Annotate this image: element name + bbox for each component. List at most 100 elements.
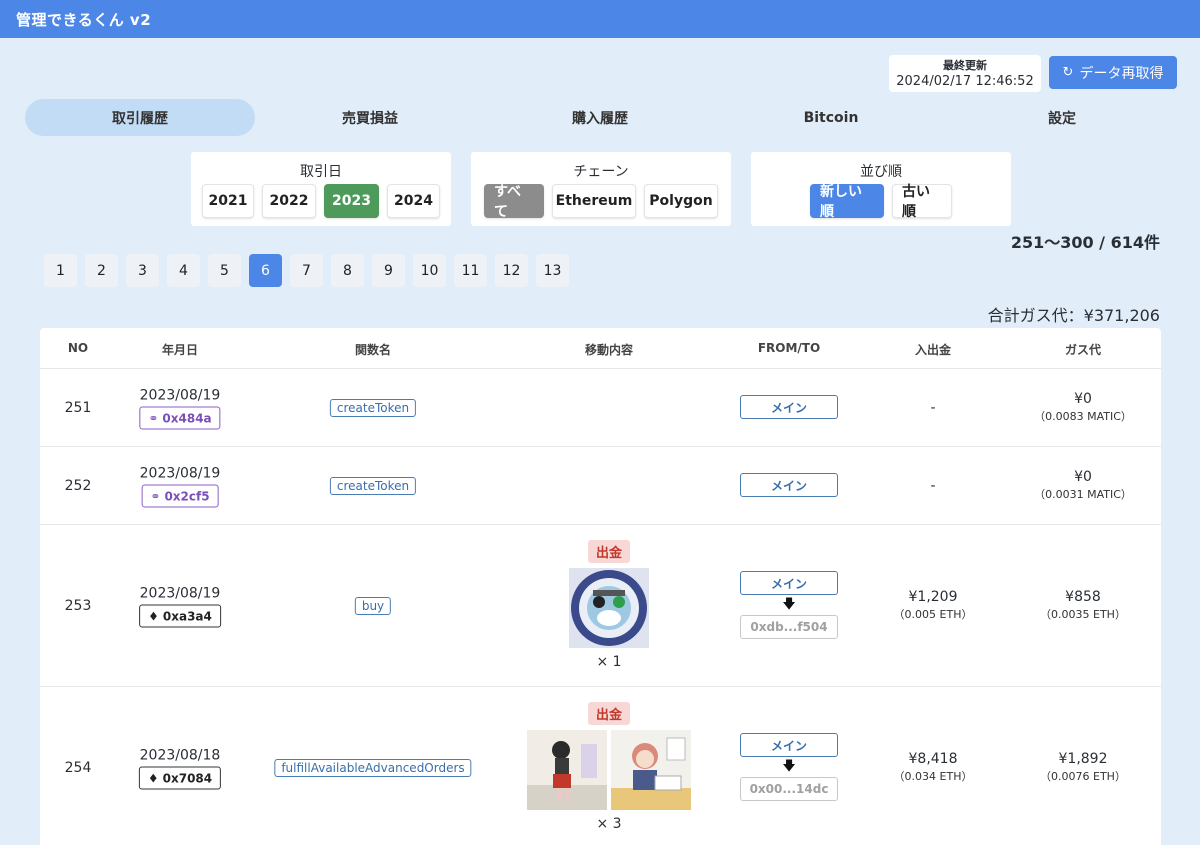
tab-profit-loss[interactable]: 売買損益: [255, 99, 485, 136]
function-cell: fulfillAvailableAdvancedOrders: [274, 757, 472, 777]
tab-purchase-history[interactable]: 購入履歴: [485, 99, 715, 136]
page-13-button[interactable]: 13: [536, 254, 569, 287]
tx-hash-link[interactable]: ⚭ 0x2cf5: [141, 484, 219, 508]
chain-polygon-button[interactable]: Polygon: [644, 184, 718, 218]
chain-all-button[interactable]: すべて: [484, 184, 544, 220]
tab-settings[interactable]: 設定: [947, 99, 1177, 136]
from-to-cell: メイン 🡇 0xdb...f504: [740, 571, 838, 639]
nft-thumbnail[interactable]: [569, 568, 649, 648]
movement-cell: 出金 × 3: [527, 702, 691, 832]
page-8-button[interactable]: 8: [331, 254, 364, 287]
page-2-button[interactable]: 2: [85, 254, 118, 287]
quantity: × 3: [596, 816, 622, 832]
from-wallet-tag: メイン: [740, 395, 838, 419]
to-address-tag[interactable]: 0xdb...f504: [740, 615, 838, 639]
row-date: 2023/08/19: [139, 465, 221, 482]
quantity: × 1: [596, 654, 622, 670]
table-row: 254 2023/08/18 ♦ 0x7084 fulfillAvailable…: [40, 687, 1161, 845]
tx-hash-link[interactable]: ♦ 0xa3a4: [139, 604, 221, 628]
row-amount: ¥8,418: [908, 751, 958, 767]
from-to-cell: メイン 🡇 0x00...14dc: [740, 733, 838, 801]
function-cell: createToken: [329, 475, 417, 495]
row-gas-native: （0.0083 MATIC）: [1034, 410, 1132, 423]
from-wallet-tag: メイン: [740, 571, 838, 595]
sort-filter-card: 並び順 新しい順 古い順: [751, 152, 1011, 226]
app-header: 管理できるくん v2: [0, 0, 1200, 38]
page-6-button[interactable]: 6: [249, 254, 282, 287]
year-2024-button[interactable]: 2024: [387, 184, 440, 218]
tx-hash: 0x484a: [162, 411, 212, 425]
header-function: 関数名: [354, 343, 392, 357]
header-gas: ガス代: [1064, 343, 1102, 357]
tx-hash-link[interactable]: ♦ 0x7084: [138, 766, 222, 790]
from-to-cell: メイン: [740, 395, 838, 419]
last-updated-label: 最終更新: [943, 59, 987, 72]
row-gas: ¥858: [1065, 589, 1101, 605]
function-cell: createToken: [329, 397, 417, 417]
page-3-button[interactable]: 3: [126, 254, 159, 287]
row-amount: -: [930, 400, 936, 416]
sort-filter-label: 並び順: [860, 164, 902, 180]
page-4-button[interactable]: 4: [167, 254, 200, 287]
tx-hash-link[interactable]: ⚭ 0x484a: [139, 406, 221, 430]
chain-filter-label: チェーン: [573, 164, 629, 180]
refresh-button[interactable]: ↻ データ再取得: [1049, 56, 1177, 89]
row-amount-native: （0.034 ETH）: [893, 770, 973, 783]
to-address-tag[interactable]: 0x00...14dc: [740, 777, 838, 801]
row-amount: -: [930, 478, 936, 494]
page-7-button[interactable]: 7: [290, 254, 323, 287]
row-date-cell: 2023/08/19 ♦ 0xa3a4: [139, 585, 221, 628]
tab-bitcoin[interactable]: Bitcoin: [716, 99, 946, 136]
row-gas-cell: ¥1,892 （0.0076 ETH）: [1040, 750, 1126, 786]
from-to-cell: メイン: [740, 473, 838, 497]
date-filter-card: 取引日 2021 2022 2023 2024: [191, 152, 451, 226]
row-date-cell: 2023/08/18 ♦ 0x7084: [138, 747, 222, 790]
header-from-to: FROM/TO: [757, 341, 821, 355]
chain-ethereum-button[interactable]: Ethereum: [552, 184, 636, 218]
tx-hash: 0x7084: [162, 771, 213, 785]
tab-transaction-history[interactable]: 取引履歴: [25, 99, 255, 136]
row-gas-cell: ¥0 （0.0083 MATIC）: [1034, 390, 1132, 426]
row-gas: ¥0: [1074, 391, 1092, 407]
polygon-link-icon: ⚭: [148, 411, 159, 425]
from-wallet-tag: メイン: [740, 733, 838, 757]
row-no: 253: [64, 598, 92, 614]
withdrawal-badge: 出金: [587, 702, 630, 725]
row-date-cell: 2023/08/19 ⚭ 0x484a: [139, 387, 221, 430]
row-gas: ¥1,892: [1058, 751, 1108, 767]
year-2022-button[interactable]: 2022: [262, 184, 316, 218]
app-title: 管理できるくん v2: [16, 11, 152, 29]
function-tag: buy: [354, 597, 392, 615]
row-amount-native: （0.005 ETH）: [893, 608, 973, 621]
page-1-button[interactable]: 1: [44, 254, 77, 287]
row-amount-cell: ¥1,209 （0.005 ETH）: [894, 588, 973, 624]
header-amount: 入出金: [914, 343, 952, 357]
row-date: 2023/08/19: [139, 585, 221, 602]
page-9-button[interactable]: 9: [372, 254, 405, 287]
sort-newest-button[interactable]: 新しい順: [810, 184, 884, 220]
row-gas-native: （0.0035 ETH）: [1040, 608, 1126, 621]
page-11-button[interactable]: 11: [454, 254, 487, 287]
page-5-button[interactable]: 5: [208, 254, 241, 287]
nft-thumbnail[interactable]: [611, 730, 691, 810]
refresh-icon: ↻: [1062, 65, 1074, 80]
down-arrow-icon: 🡇: [782, 597, 796, 612]
chain-filter-card: チェーン すべて Ethereum Polygon: [471, 152, 731, 226]
table-row: 252 2023/08/19 ⚭ 0x2cf5 createToken メイン …: [40, 447, 1161, 525]
year-2021-button[interactable]: 2021: [202, 184, 254, 218]
withdrawal-badge: 出金: [587, 540, 630, 563]
row-gas: ¥0: [1074, 469, 1092, 485]
nft-thumbnail[interactable]: [527, 730, 607, 810]
polygon-link-icon: ⚭: [150, 489, 161, 503]
date-filter-label: 取引日: [300, 164, 342, 180]
result-range: 251〜300 / 614件: [1010, 233, 1160, 252]
sort-oldest-button[interactable]: 古い順: [892, 184, 952, 220]
row-gas-native: （0.0031 MATIC）: [1034, 488, 1132, 501]
last-updated-box: 最終更新 2024/02/17 12:46:52: [889, 55, 1041, 92]
page-12-button[interactable]: 12: [495, 254, 528, 287]
row-gas-cell: ¥0 （0.0031 MATIC）: [1034, 468, 1132, 504]
page-10-button[interactable]: 10: [413, 254, 446, 287]
row-no: 252: [64, 478, 92, 494]
year-2023-button[interactable]: 2023: [324, 184, 379, 218]
row-no: 254: [64, 760, 92, 776]
